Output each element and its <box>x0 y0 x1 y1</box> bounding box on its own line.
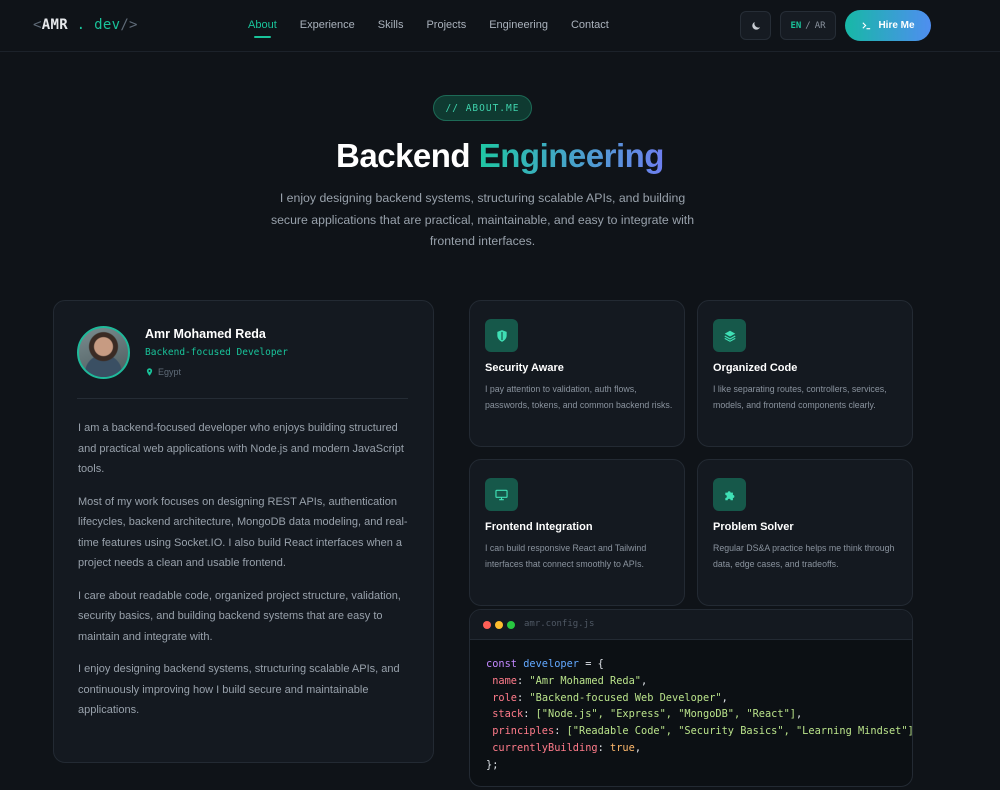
hire-me-button[interactable]: Hire Me <box>845 10 931 41</box>
feature-card-problem-solver: Problem Solver Regular DS&A practice hel… <box>697 459 913 606</box>
lang-ar[interactable]: AR <box>815 21 826 31</box>
title-part-2: Engineering <box>478 137 665 174</box>
profile-bio: I am a backend-focused developer who enj… <box>78 418 413 733</box>
code-key: stack <box>492 708 524 721</box>
site-logo[interactable]: <AMR . dev/> <box>33 17 138 33</box>
top-navbar: <AMR . dev/> About Experience Skills Pro… <box>0 0 1000 52</box>
nav-link-about[interactable]: About <box>248 19 277 38</box>
nav-link-projects[interactable]: Projects <box>426 19 466 31</box>
feature-card-security: Security Aware I pay attention to valida… <box>469 300 685 447</box>
profile-divider <box>77 398 408 399</box>
window-maximize-dot <box>507 621 515 629</box>
nav-link-engineering[interactable]: Engineering <box>489 19 548 31</box>
section-badge: // ABOUT.ME <box>433 95 532 121</box>
profile-card: Amr Mohamed Reda Backend-focused Develop… <box>53 300 434 763</box>
feature-description: I can build responsive React and Tailwin… <box>485 543 647 569</box>
page-title: Backend Engineering <box>0 137 1000 175</box>
logo-bracket-close: /> <box>120 17 138 33</box>
feature-icon-box <box>485 478 518 511</box>
avatar <box>77 326 130 379</box>
feature-title: Frontend Integration <box>485 521 593 533</box>
logo-dot: . <box>76 17 86 33</box>
language-switcher[interactable]: EN / AR <box>780 11 836 40</box>
window-minimize-dot <box>495 621 503 629</box>
shield-icon <box>496 329 507 342</box>
code-window-header: amr.config.js <box>470 610 912 640</box>
code-open: = { <box>579 658 604 670</box>
code-value: ["Node.js", "Express", "MongoDB", "React… <box>535 708 796 721</box>
hero-subtitle: I enjoy designing backend systems, struc… <box>270 191 695 248</box>
code-content: const developer = { name: "Amr Mohamed R… <box>486 658 913 771</box>
code-key: principles <box>492 725 555 738</box>
code-keyword: const <box>486 658 517 670</box>
nav-links: About Experience Skills Projects Enginee… <box>248 19 632 38</box>
code-value: "Amr Mohamed Reda" <box>529 674 642 687</box>
window-close-dot <box>483 621 491 629</box>
code-value: "Backend-focused Web Developer" <box>529 691 722 704</box>
layers-icon <box>723 330 736 342</box>
nav-link-skills[interactable]: Skills <box>378 19 404 31</box>
feature-card-organized: Organized Code I like separating routes,… <box>697 300 913 447</box>
feature-title: Problem Solver <box>713 521 794 533</box>
feature-icon-box <box>485 319 518 352</box>
profile-role: Backend-focused Developer <box>145 347 288 358</box>
bio-paragraph: I care about readable code, organized pr… <box>78 589 401 643</box>
feature-title: Organized Code <box>713 362 798 374</box>
code-value: ["Readable Code", "Security Basics", "Le… <box>566 725 913 738</box>
monitor-icon <box>495 489 508 500</box>
code-window: amr.config.js const developer = { name: … <box>469 609 913 787</box>
puzzle-icon <box>724 490 734 500</box>
logo-name: AMR <box>41 17 68 33</box>
bio-paragraph: Most of my work focuses on designing RES… <box>78 495 408 570</box>
feature-card-frontend: Frontend Integration I can build respons… <box>469 459 685 606</box>
code-filename: amr.config.js <box>524 619 595 629</box>
bio-paragraph: I am a backend-focused developer who enj… <box>78 422 404 475</box>
code-variable: developer <box>523 658 579 670</box>
feature-description: I pay attention to validation, auth flow… <box>485 384 673 410</box>
feature-title: Security Aware <box>485 362 564 374</box>
nav-link-contact[interactable]: Contact <box>571 19 609 31</box>
feature-description: Regular DS&A practice helps me think thr… <box>713 543 895 569</box>
feature-description: I like separating routes, controllers, s… <box>713 384 887 410</box>
profile-name: Amr Mohamed Reda <box>145 327 266 341</box>
terminal-icon <box>862 22 871 30</box>
location-text: Egypt <box>158 367 182 377</box>
code-key: role <box>492 691 518 704</box>
logo-bracket-open: < <box>33 17 42 33</box>
profile-location: Egypt <box>145 367 181 377</box>
code-value: true <box>610 741 635 754</box>
moon-icon <box>751 21 760 30</box>
hire-me-label: Hire Me <box>878 20 915 31</box>
feature-icon-box <box>713 319 746 352</box>
lang-separator: / <box>805 20 811 31</box>
bio-paragraph: I enjoy designing backend systems, struc… <box>78 663 400 716</box>
code-close: }; <box>486 758 499 771</box>
map-pin-icon <box>146 368 153 376</box>
code-key: name <box>492 674 518 687</box>
lang-en[interactable]: EN <box>790 21 801 31</box>
nav-link-experience[interactable]: Experience <box>300 19 355 31</box>
code-key: currentlyBuilding <box>492 741 598 754</box>
title-part-1: Backend <box>336 137 471 174</box>
theme-toggle-button[interactable] <box>740 11 771 40</box>
logo-tld: dev <box>94 17 121 33</box>
feature-icon-box <box>713 478 746 511</box>
